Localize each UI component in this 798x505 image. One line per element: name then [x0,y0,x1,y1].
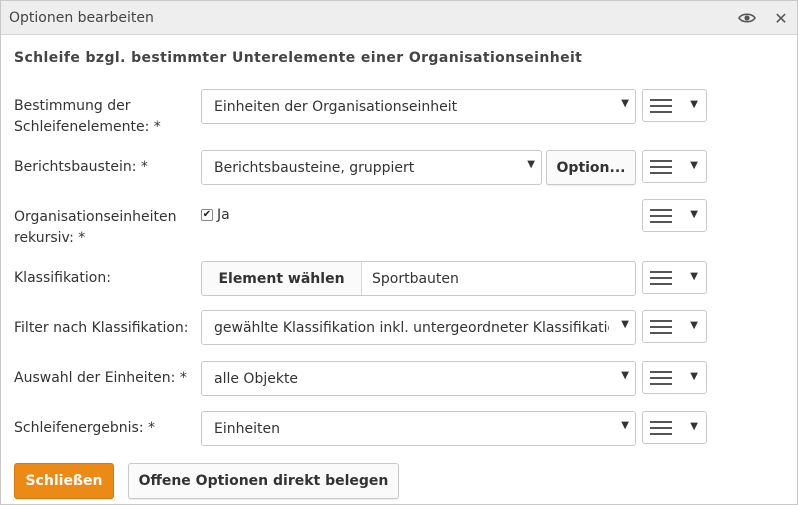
rekursiv-label: Organisationseinheiten rekursiv: * [14,209,177,246]
close-icon[interactable]: ✕ [771,8,791,28]
hamburger-menu-icon [650,99,672,113]
rekursiv-check-label: Ja [217,207,230,223]
caret-down-icon: ▼ [621,370,629,381]
bestimmung-menu-button[interactable]: ▼ [642,89,707,122]
caret-down-icon: ▼ [690,99,698,110]
berichtsbaustein-select[interactable]: Berichtsbausteine, gruppiert ▼ [201,150,542,185]
klassifikation-label: Klassifikation: [14,270,111,286]
ergebnis-select[interactable]: Einheiten ▼ [201,411,636,446]
ergebnis-menu-button[interactable]: ▼ [642,411,707,444]
auswahl-label: Auswahl der Einheiten: * [14,370,187,386]
ergebnis-value: Einheiten [214,421,280,437]
rekursiv-menu-button[interactable]: ▼ [642,199,707,232]
rekursiv-checkbox-group: ✔ Ja [201,207,230,223]
auswahl-menu-button[interactable]: ▼ [642,361,707,394]
hamburger-menu-icon [650,160,672,174]
ergebnis-label: Schleifenergebnis: * [14,420,155,436]
berichtsbaustein-options-button[interactable]: Option... [546,150,636,185]
klassifikation-picker: Element wählen Sportbauten [201,261,636,296]
hamburger-menu-icon [650,320,672,334]
checkmark-icon: ✔ [202,209,212,220]
caret-down-icon: ▼ [621,319,629,330]
caret-down-icon: ▼ [527,159,535,170]
berichtsbaustein-label: Berichtsbaustein: * [14,159,148,175]
dialog-heading: Schleife bzgl. bestimmter Unterelemente … [14,50,583,66]
berichtsbaustein-menu-button[interactable]: ▼ [642,150,707,183]
element-choose-button[interactable]: Element wählen [202,262,362,295]
filter-label: Filter nach Klassifikation: [14,320,189,336]
caret-down-icon: ▼ [690,209,698,220]
close-button[interactable]: Schließen [14,463,114,499]
bestimmung-select[interactable]: Einheiten der Organisationseinheit ▼ [201,89,636,124]
caret-down-icon: ▼ [690,421,698,432]
eye-icon[interactable] [737,8,757,28]
hamburger-menu-icon [650,421,672,435]
hamburger-menu-icon [650,271,672,285]
filter-select[interactable]: gewählte Klassifikation inkl. untergeord… [201,310,636,345]
caret-down-icon: ▼ [621,98,629,109]
caret-down-icon: ▼ [690,271,698,282]
auswahl-select[interactable]: alle Objekte ▼ [201,361,636,396]
filter-value: gewählte Klassifikation inkl. untergeord… [214,320,609,336]
assign-open-options-button[interactable]: Offene Optionen direkt belegen [128,463,399,499]
hamburger-menu-icon [650,209,672,223]
auswahl-value: alle Objekte [214,371,299,387]
dialog-title: Optionen bearbeiten [9,10,154,26]
caret-down-icon: ▼ [690,160,698,171]
caret-down-icon: ▼ [690,320,698,331]
filter-menu-button[interactable]: ▼ [642,310,707,343]
bestimmung-value: Einheiten der Organisationseinheit [214,99,458,115]
caret-down-icon: ▼ [690,371,698,382]
hamburger-menu-icon [650,371,672,385]
rekursiv-checkbox[interactable]: ✔ [201,209,213,221]
klassifikation-menu-button[interactable]: ▼ [642,261,707,294]
options-dialog: Optionen bearbeiten ✕ Schleife bzgl. bes… [0,0,798,505]
klassifikation-value: Sportbauten [372,271,459,287]
dialog-titlebar: Optionen bearbeiten ✕ [1,1,797,35]
caret-down-icon: ▼ [621,420,629,431]
bestimmung-label: Bestimmung der Schleifenelemente: * [14,98,161,135]
berichtsbaustein-value: Berichtsbausteine, gruppiert [214,160,415,176]
